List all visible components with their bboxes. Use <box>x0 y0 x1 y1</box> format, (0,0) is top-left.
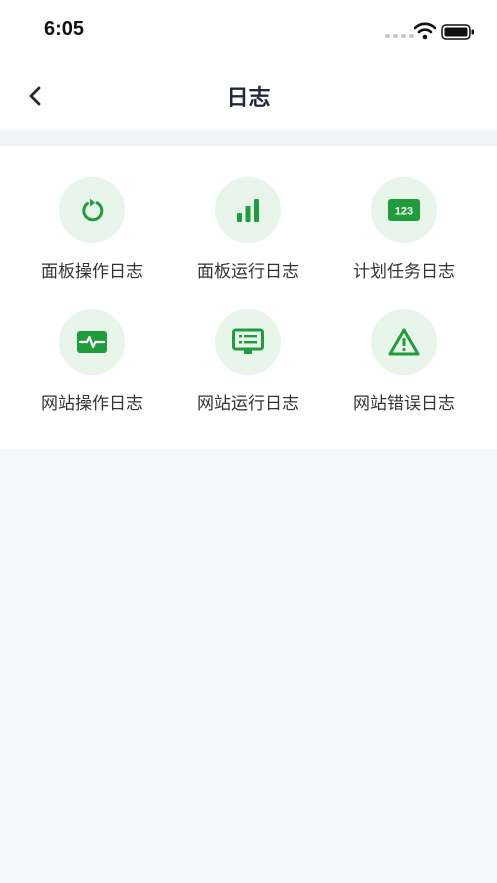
tile-site-operation-log[interactable]: 网站操作日志 <box>17 309 167 429</box>
tile-icon-circle <box>215 309 281 375</box>
nav-bar: 日志 <box>0 62 497 130</box>
tile-site-error-log[interactable]: 网站错误日志 <box>329 309 479 429</box>
refresh-icon <box>82 198 104 222</box>
tile-label: 面板操作日志 <box>41 262 143 282</box>
bar-chart-icon <box>237 199 259 222</box>
page-title: 日志 <box>226 86 271 111</box>
tile-label: 网站操作日志 <box>41 394 143 414</box>
tile-scheduled-task-log[interactable]: 123 计划任务日志 <box>329 177 479 297</box>
battery-icon <box>441 24 474 40</box>
pulse-monitor-icon <box>77 331 107 353</box>
tile-icon-circle: 123 <box>371 177 437 243</box>
tile-icon-circle <box>215 177 281 243</box>
tile-label: 计划任务日志 <box>353 262 455 282</box>
tile-label: 面板运行日志 <box>197 262 299 282</box>
status-time: 6:05 <box>44 18 85 40</box>
tile-label: 网站错误日志 <box>353 394 455 414</box>
badge-text: 123 <box>395 206 413 218</box>
wifi-icon <box>414 22 436 40</box>
tile-panel-run-log[interactable]: 面板运行日志 <box>173 177 323 297</box>
monitor-list-icon <box>232 328 264 354</box>
cellular-signal-icon <box>385 34 414 38</box>
tile-label: 网站运行日志 <box>197 394 299 414</box>
tile-panel-operation-log[interactable]: 面板操作日志 <box>17 177 167 297</box>
section-divider <box>0 130 497 146</box>
tile-icon-circle <box>59 309 125 375</box>
status-bar: 6:05 <box>0 0 497 62</box>
tile-site-run-log[interactable]: 网站运行日志 <box>173 309 323 429</box>
warning-icon <box>388 328 420 356</box>
tile-icon-circle <box>59 177 125 243</box>
log-category-grid: 面板操作日志 面板运行日志 123 计划任务日志 网站操作日志 网站运行日志 网… <box>0 146 497 449</box>
number-badge-icon: 123 <box>388 199 420 221</box>
tile-icon-circle <box>371 309 437 375</box>
